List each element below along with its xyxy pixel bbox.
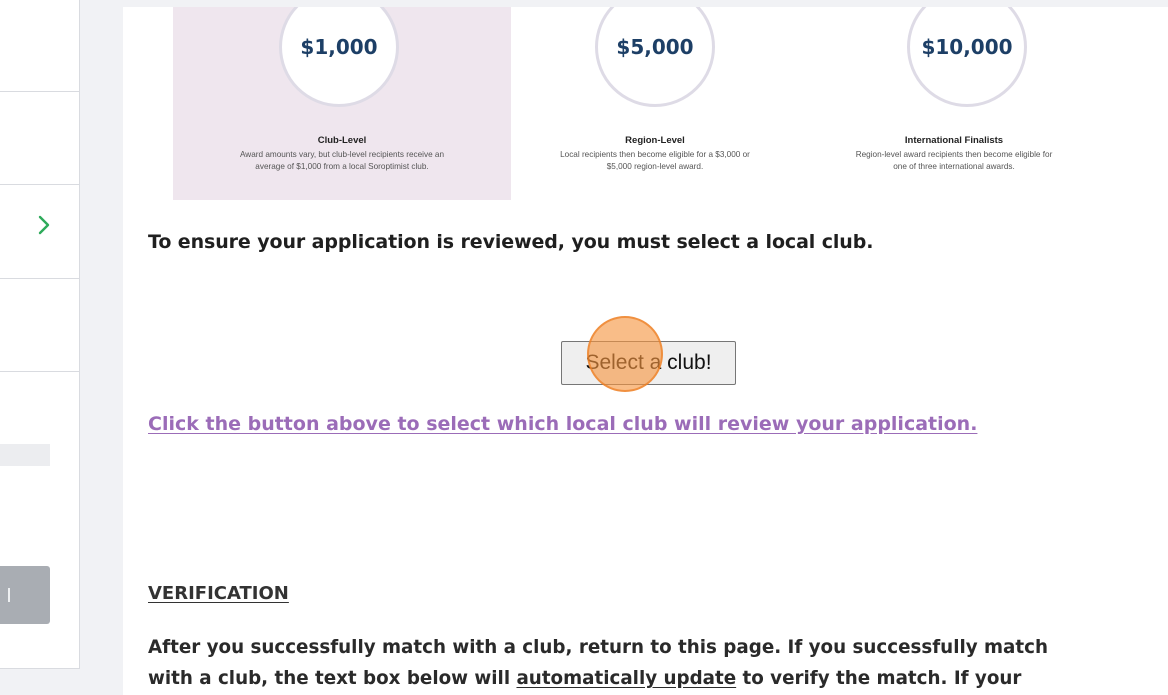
award-amount-circle: $5,000 <box>595 7 715 107</box>
award-description-line: average of $1,000 from a local Soroptimi… <box>255 162 429 171</box>
award-amount-circle: $10,000 <box>907 7 1027 107</box>
sidebar-panel <box>0 0 80 669</box>
award-description-line: Region-level award recipients then becom… <box>855 150 1053 159</box>
verification-line: with a club, the text box below will aut… <box>148 663 1168 694</box>
verification-line: After you successfully match with a club… <box>148 637 1048 658</box>
award-card-international: $10,000 International Finalists Region-l… <box>823 7 1161 200</box>
award-amount-circle: $1,000 <box>279 7 399 107</box>
sidebar-action-button[interactable] <box>0 566 50 624</box>
chevron-right-icon[interactable] <box>36 214 52 236</box>
automatically-update-emphasis: automatically update <box>516 668 737 689</box>
sidebar-row[interactable] <box>0 92 80 185</box>
sidebar-placeholder-bar <box>0 444 50 466</box>
select-club-button[interactable]: Select a club! <box>561 341 736 385</box>
verification-text-segment: with a club, the text box below will <box>148 668 517 689</box>
award-description-line: one of three international awards. <box>893 162 1015 171</box>
verification-text-segment: to verify the match. If your <box>736 668 1022 689</box>
award-description: Region-level award recipients then becom… <box>769 149 1139 173</box>
award-description: Award amounts vary, but club-level recip… <box>173 149 511 173</box>
award-levels: $1,000 Club-Level Award amounts vary, bu… <box>173 7 1133 200</box>
verification-heading: VERIFICATION <box>148 583 289 604</box>
award-title: Club-Level <box>317 135 367 146</box>
main-content: $1,000 Club-Level Award amounts vary, bu… <box>123 7 1168 695</box>
award-amount: $1,000 <box>300 35 378 59</box>
award-title: International Finalists <box>904 135 1004 146</box>
select-club-instruction: To ensure your application is reviewed, … <box>148 231 874 253</box>
award-amount: $5,000 <box>616 35 694 59</box>
award-description-line: Award amounts vary, but club-level recip… <box>239 150 445 159</box>
sidebar-row[interactable] <box>0 0 80 92</box>
sidebar-row[interactable] <box>0 279 80 372</box>
plus-icon <box>4 588 10 602</box>
award-card-club: $1,000 Club-Level Award amounts vary, bu… <box>173 7 511 200</box>
select-club-help-link[interactable]: Click the button above to select which l… <box>148 413 977 435</box>
award-amount: $10,000 <box>921 35 1013 59</box>
verification-text: After you successfully match with a club… <box>148 632 1168 694</box>
